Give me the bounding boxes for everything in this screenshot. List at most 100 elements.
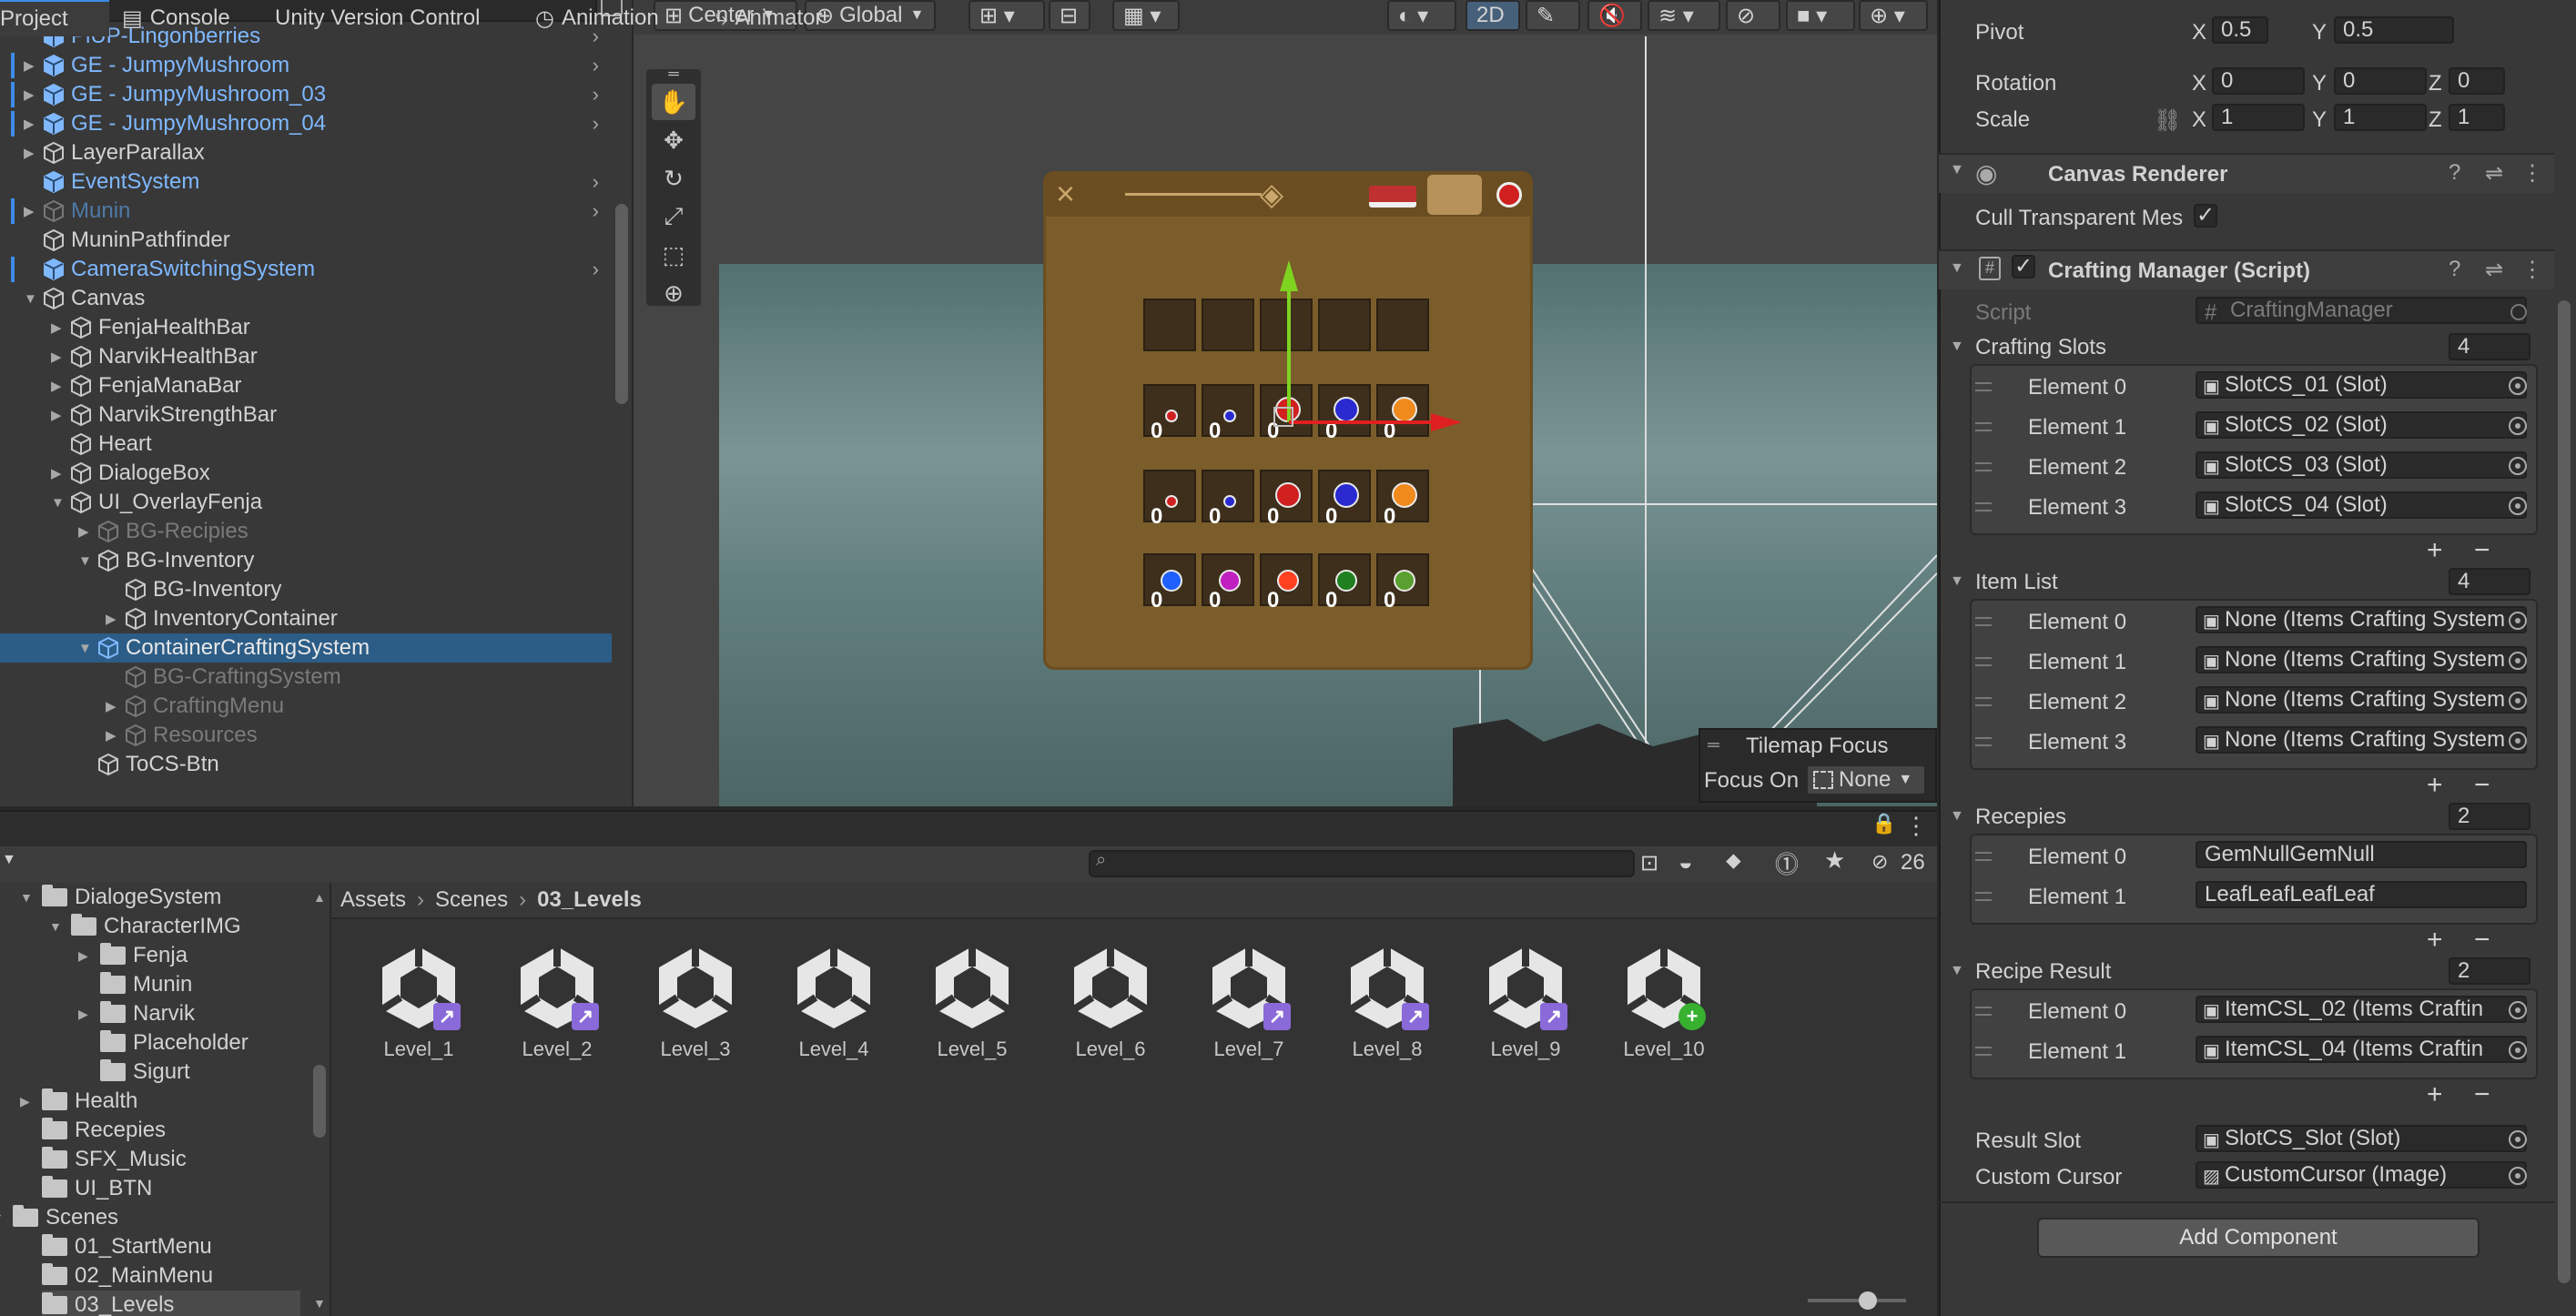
item-list-element-field[interactable]: None (Items Crafting System: [2196, 726, 2527, 754]
scene-asset[interactable]: ↗ Level_1: [364, 943, 473, 1061]
object-picker-icon[interactable]: [2509, 732, 2527, 750]
draw-mode-dropdown[interactable]: ◐ ▾: [1387, 0, 1456, 31]
hidden-packages-icon[interactable]: ⊘: [1871, 850, 1888, 874]
hierarchy-row[interactable]: ▼ ContainerCraftingSystem: [0, 633, 612, 663]
item-list-element-field[interactable]: None (Items Crafting System: [2196, 686, 2527, 714]
hierarchy-row[interactable]: EventSystem ›: [0, 167, 612, 197]
breadcrumb-scenes[interactable]: Scenes: [435, 887, 508, 913]
recipe-result-remove-button[interactable]: −: [2474, 1079, 2490, 1110]
recepies-count-field[interactable]: 2: [2449, 803, 2530, 830]
inventory-slot[interactable]: 0: [1318, 553, 1371, 612]
open-prefab-chevron-icon[interactable]: ›: [593, 112, 599, 136]
crafting-slots-element-field[interactable]: SlotCS_01 (Slot): [2196, 371, 2527, 399]
scroll-down-icon[interactable]: ▼: [313, 1296, 326, 1311]
expand-down-icon[interactable]: ▼: [1950, 808, 1964, 825]
hierarchy-row[interactable]: ▶ InventoryContainer: [0, 604, 612, 633]
settings-sliders-icon[interactable]: ⇌: [2485, 257, 2503, 283]
filter-type-icon[interactable]: ◒: [1678, 848, 1693, 876]
inventory-slot[interactable]: 0: [1202, 384, 1254, 443]
hierarchy-row[interactable]: ▶ NarvikStrengthBar: [0, 400, 612, 430]
object-picker-icon[interactable]: [2509, 377, 2527, 395]
hierarchy-row[interactable]: ▶ BG-Recipies: [0, 517, 612, 546]
recepies-element-field[interactable]: GemNullGemNull: [2196, 841, 2527, 868]
recepies-element-field[interactable]: LeafLeafLeafLeaf: [2196, 881, 2527, 908]
tab-version-control[interactable]: Unity Version Control: [264, 0, 491, 36]
expand-down-icon[interactable]: ▼: [51, 495, 65, 511]
hierarchy-row[interactable]: ▶ LayerParallax: [0, 138, 612, 167]
hierarchy-row[interactable]: Heart: [0, 430, 612, 459]
component-enabled-checkbox[interactable]: ✓: [2012, 255, 2035, 278]
open-prefab-chevron-icon[interactable]: ›: [593, 170, 599, 194]
label-icon[interactable]: ⬥: [1726, 848, 1741, 874]
crafting-slots-remove-button[interactable]: −: [2474, 535, 2490, 566]
hierarchy-row[interactable]: ▶ CraftingMenu: [0, 692, 612, 721]
expand-down-icon[interactable]: ▼: [1950, 339, 1964, 355]
recepies-remove-button[interactable]: −: [2474, 925, 2490, 956]
expand-right-icon[interactable]: ▶: [51, 407, 62, 423]
warning-filter-icon[interactable]: ⓵: [1775, 846, 1799, 880]
hierarchy-row[interactable]: ▶ NarvikHealthBar: [0, 342, 612, 371]
expand-down-icon[interactable]: ▼: [0, 1210, 4, 1225]
expand-right-icon[interactable]: ▶: [20, 1094, 30, 1109]
item-list-count-field[interactable]: 4: [2449, 568, 2530, 595]
item-list-add-button[interactable]: +: [2427, 770, 2443, 801]
tab-console[interactable]: ▤ Console: [111, 0, 241, 36]
expand-right-icon[interactable]: ▶: [78, 523, 89, 540]
crafting-slots-element-field[interactable]: SlotCS_03 (Slot): [2196, 451, 2527, 479]
project-search-input[interactable]: [1089, 850, 1635, 877]
rotate-tool-icon[interactable]: ↻: [652, 160, 695, 197]
drag-handle-icon[interactable]: [1975, 737, 1992, 746]
project-folder-row[interactable]: 03_Levels: [42, 1291, 300, 1316]
add-component-button[interactable]: Add Component: [2037, 1218, 2480, 1258]
item-list-element-field[interactable]: None (Items Crafting System: [2196, 646, 2527, 673]
scene-asset[interactable]: ↗ Level_9: [1471, 943, 1580, 1061]
scene-visibility-toggle[interactable]: ⊘: [1726, 0, 1780, 31]
hierarchy-row[interactable]: BG-Inventory: [0, 575, 612, 604]
recipe-book-icon[interactable]: [1369, 186, 1416, 208]
drag-handle-icon[interactable]: [1975, 462, 1992, 471]
expand-down-icon[interactable]: ▼: [1950, 963, 1964, 979]
rotation-z-field[interactable]: 0: [2449, 67, 2505, 95]
recipe-result-count-field[interactable]: 2: [2449, 957, 2530, 985]
drag-handle-icon[interactable]: [1975, 617, 1992, 626]
object-picker-icon[interactable]: [2509, 1041, 2527, 1059]
scale-y-field[interactable]: 1: [2334, 104, 2427, 131]
project-folder-row[interactable]: Recepies: [42, 1116, 166, 1145]
drag-handle-icon[interactable]: [1975, 852, 1992, 861]
expand-down-icon[interactable]: ▼: [49, 919, 62, 934]
cull-transparent-checkbox[interactable]: ✓: [2194, 204, 2217, 228]
scene-asset[interactable]: ↗ Level_2: [502, 943, 612, 1061]
scene-asset[interactable]: ↗ Level_7: [1194, 943, 1303, 1061]
crafting-slots-count-field[interactable]: 4: [2449, 333, 2530, 360]
scene-asset[interactable]: ↗ Level_8: [1333, 943, 1442, 1061]
drag-handle-icon[interactable]: ═: [652, 66, 695, 82]
crafting-slots-element-field[interactable]: SlotCS_04 (Slot): [2196, 491, 2527, 519]
project-folder-row[interactable]: Sigurt: [100, 1058, 190, 1087]
inventory-slot[interactable]: 0: [1376, 470, 1429, 529]
scale-z-field[interactable]: 1: [2449, 104, 2505, 131]
hierarchy-row[interactable]: MuninPathfinder: [0, 226, 612, 255]
item-list-element-field[interactable]: None (Items Crafting System: [2196, 606, 2527, 633]
project-folder-row[interactable]: Placeholder: [100, 1028, 248, 1058]
hierarchy-row[interactable]: ▶ DialogeBox: [0, 459, 612, 488]
drag-handle-icon[interactable]: [1975, 422, 1992, 431]
inventory-slot[interactable]: 0: [1376, 553, 1429, 612]
expand-down-icon[interactable]: ▼: [1950, 573, 1964, 590]
drag-handle-icon[interactable]: [1975, 892, 1992, 901]
hierarchy-row[interactable]: ▶ GE - JumpyMushroom_04 ›: [0, 109, 612, 138]
open-prefab-chevron-icon[interactable]: ›: [593, 258, 599, 281]
transform-tool-icon[interactable]: ⊕: [652, 275, 695, 311]
drag-handle-icon[interactable]: [1975, 657, 1992, 666]
project-folder-row[interactable]: ▼ CharacterIMG: [49, 912, 241, 941]
inventory-slot[interactable]: 0: [1202, 470, 1254, 529]
expand-right-icon[interactable]: ▶: [106, 611, 117, 627]
inventory-slot[interactable]: 0: [1143, 470, 1196, 529]
gizmos-dropdown[interactable]: ⊕ ▾: [1859, 0, 1928, 31]
hierarchy-row[interactable]: ▼ UI_OverlayFenja: [0, 488, 612, 517]
expand-right-icon[interactable]: ▶: [78, 948, 88, 964]
expand-right-icon[interactable]: ▶: [51, 319, 62, 336]
settings-sliders-icon[interactable]: ⇌: [2485, 160, 2503, 187]
open-prefab-chevron-icon[interactable]: ›: [593, 199, 599, 223]
expand-down-icon[interactable]: ▼: [78, 641, 92, 656]
expand-down-icon[interactable]: ▼: [20, 890, 33, 905]
